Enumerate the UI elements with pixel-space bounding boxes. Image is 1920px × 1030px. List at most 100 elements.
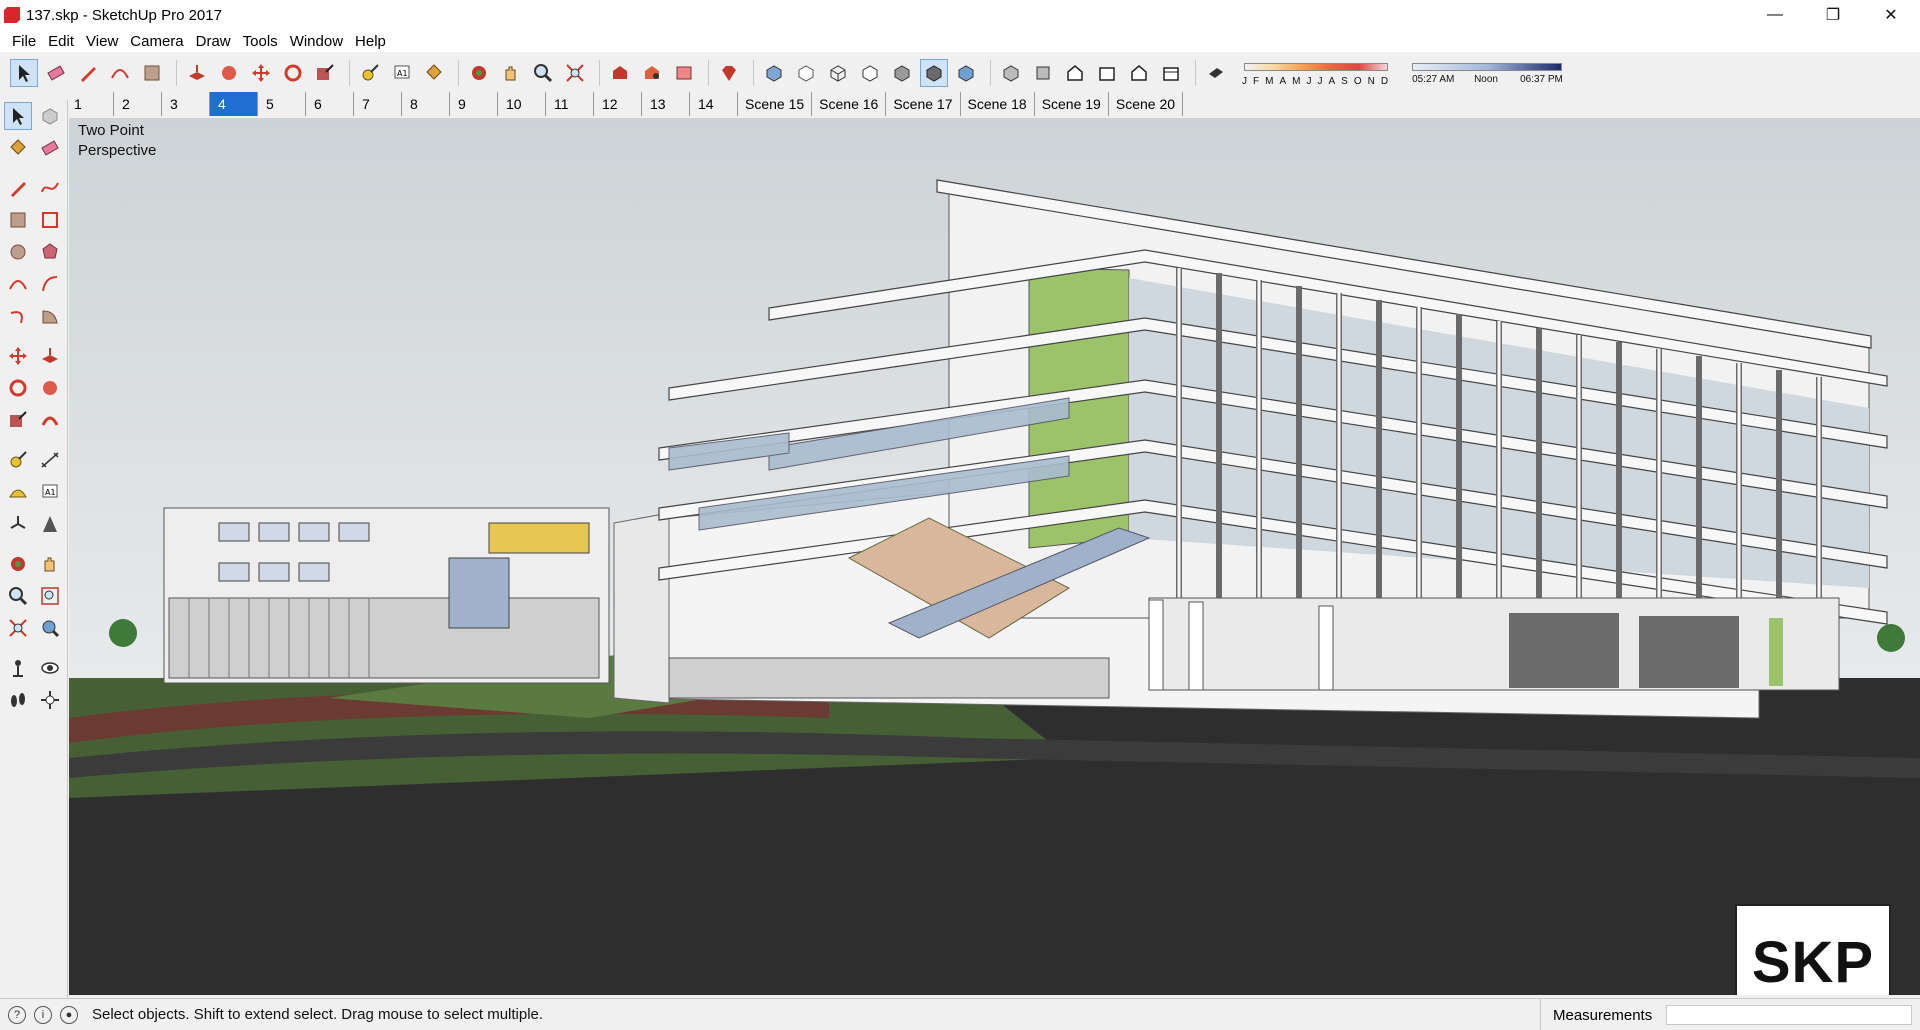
tape-measure-icon[interactable]	[356, 59, 384, 87]
scene-tab[interactable]: 2	[114, 92, 162, 116]
two-point-arc-icon[interactable]	[36, 270, 64, 298]
scene-tab[interactable]: 13	[642, 92, 690, 116]
user-account-icon[interactable]: ●	[60, 1005, 78, 1024]
polygon-icon[interactable]	[36, 238, 64, 266]
xray-icon[interactable]	[760, 59, 788, 87]
shadow-month-slider[interactable]: J F M A M J J A S O N D	[1242, 59, 1394, 87]
push-pull-icon[interactable]	[183, 59, 211, 87]
scene-tab-active[interactable]: 4	[210, 92, 258, 116]
menu-file[interactable]: File	[6, 33, 42, 50]
hidden-line-icon[interactable]	[856, 59, 884, 87]
scene-tab[interactable]: 12	[594, 92, 642, 116]
top-view-icon[interactable]	[1029, 59, 1057, 87]
geo-location-icon[interactable]: ?	[8, 1005, 26, 1024]
look-around-icon[interactable]	[36, 654, 64, 682]
iso-view-icon[interactable]	[997, 59, 1025, 87]
info-icon[interactable]: i	[34, 1005, 52, 1024]
menu-camera[interactable]: Camera	[124, 33, 189, 50]
ruby-console-icon[interactable]	[715, 59, 743, 87]
scene-tab[interactable]: 14	[690, 92, 738, 116]
monochrome-icon[interactable]	[952, 59, 980, 87]
move-icon[interactable]	[247, 59, 275, 87]
back-view-icon[interactable]	[1125, 59, 1153, 87]
line-icon[interactable]	[4, 174, 32, 202]
display-shadows-icon[interactable]	[1202, 59, 1230, 87]
scene-tab[interactable]: 11	[546, 92, 594, 116]
close-button[interactable]: ✕	[1862, 0, 1920, 30]
axes-icon[interactable]	[4, 510, 32, 538]
position-camera-icon[interactable]	[4, 654, 32, 682]
scene-tab[interactable]: 6	[306, 92, 354, 116]
shaded-textures-icon[interactable]	[920, 59, 948, 87]
share-model-icon[interactable]	[638, 59, 666, 87]
menu-edit[interactable]: Edit	[42, 33, 80, 50]
paint-bucket-icon[interactable]	[4, 134, 32, 162]
three-point-arc-icon[interactable]	[4, 302, 32, 330]
text-icon[interactable]: A1	[36, 478, 64, 506]
left-view-icon[interactable]	[1157, 59, 1185, 87]
warehouse-icon[interactable]	[606, 59, 634, 87]
scene-tab[interactable]: 9	[450, 92, 498, 116]
wireframe-icon[interactable]	[824, 59, 852, 87]
select-tool-icon[interactable]	[10, 59, 38, 87]
rectangle-icon[interactable]	[138, 59, 166, 87]
freehand-icon[interactable]	[36, 174, 64, 202]
front-view-icon[interactable]	[1061, 59, 1089, 87]
rotated-rectangle-icon[interactable]	[36, 206, 64, 234]
eraser-icon[interactable]	[36, 134, 64, 162]
rotate-icon[interactable]	[279, 59, 307, 87]
zoom-window-icon[interactable]	[36, 582, 64, 610]
eraser-icon[interactable]	[42, 59, 70, 87]
scene-tab[interactable]: 5	[258, 92, 306, 116]
scene-tab[interactable]: Scene 15	[738, 92, 813, 116]
scene-tab[interactable]: 10	[498, 92, 546, 116]
menu-tools[interactable]: Tools	[237, 33, 284, 50]
scale-icon[interactable]	[311, 59, 339, 87]
make-component-icon[interactable]	[36, 102, 64, 130]
follow-me-icon[interactable]	[215, 59, 243, 87]
rotate-icon[interactable]	[4, 374, 32, 402]
rectangle-icon[interactable]	[4, 206, 32, 234]
pencil-line-icon[interactable]	[74, 59, 102, 87]
scene-tab[interactable]: 1	[66, 92, 114, 116]
3d-text-icon[interactable]	[36, 510, 64, 538]
scale-icon[interactable]	[4, 406, 32, 434]
right-view-icon[interactable]	[1093, 59, 1121, 87]
arc-icon[interactable]	[106, 59, 134, 87]
menu-help[interactable]: Help	[349, 33, 392, 50]
scene-tab[interactable]: 3	[162, 92, 210, 116]
menu-window[interactable]: Window	[284, 33, 349, 50]
previous-view-icon[interactable]	[36, 614, 64, 642]
section-plane-icon[interactable]	[36, 686, 64, 714]
scene-tab[interactable]: 7	[354, 92, 402, 116]
paint-bucket-icon[interactable]	[420, 59, 448, 87]
dimension-icon[interactable]	[36, 446, 64, 474]
orbit-icon[interactable]	[4, 550, 32, 578]
zoom-extents-icon[interactable]	[561, 59, 589, 87]
measurements-input[interactable]	[1666, 1005, 1912, 1025]
shaded-icon[interactable]	[888, 59, 916, 87]
protractor-icon[interactable]	[4, 478, 32, 506]
push-pull-icon[interactable]	[36, 342, 64, 370]
extension-warehouse-icon[interactable]	[670, 59, 698, 87]
menu-draw[interactable]: Draw	[190, 33, 237, 50]
model-viewport[interactable]: Two Point Perspective SKP	[69, 118, 1920, 995]
scene-tab[interactable]: Scene 20	[1109, 92, 1184, 116]
tape-measure-icon[interactable]	[4, 446, 32, 474]
shadow-time-slider[interactable]: 05:27 AM Noon 06:37 PM	[1412, 59, 1572, 87]
scene-tab[interactable]: Scene 16	[812, 92, 887, 116]
follow-me-icon[interactable]	[36, 374, 64, 402]
pie-icon[interactable]	[36, 302, 64, 330]
text-icon[interactable]: A1	[388, 59, 416, 87]
minimize-button[interactable]: —	[1746, 0, 1804, 30]
scene-tab[interactable]: Scene 18	[961, 92, 1035, 116]
zoom-icon[interactable]	[4, 582, 32, 610]
offset-icon[interactable]	[36, 406, 64, 434]
back-edges-icon[interactable]	[792, 59, 820, 87]
scene-tab[interactable]: Scene 19	[1035, 92, 1109, 116]
orbit-icon[interactable]	[465, 59, 493, 87]
zoom-extents-icon[interactable]	[4, 614, 32, 642]
arc-icon[interactable]	[4, 270, 32, 298]
pan-icon[interactable]	[36, 550, 64, 578]
circle-icon[interactable]	[4, 238, 32, 266]
